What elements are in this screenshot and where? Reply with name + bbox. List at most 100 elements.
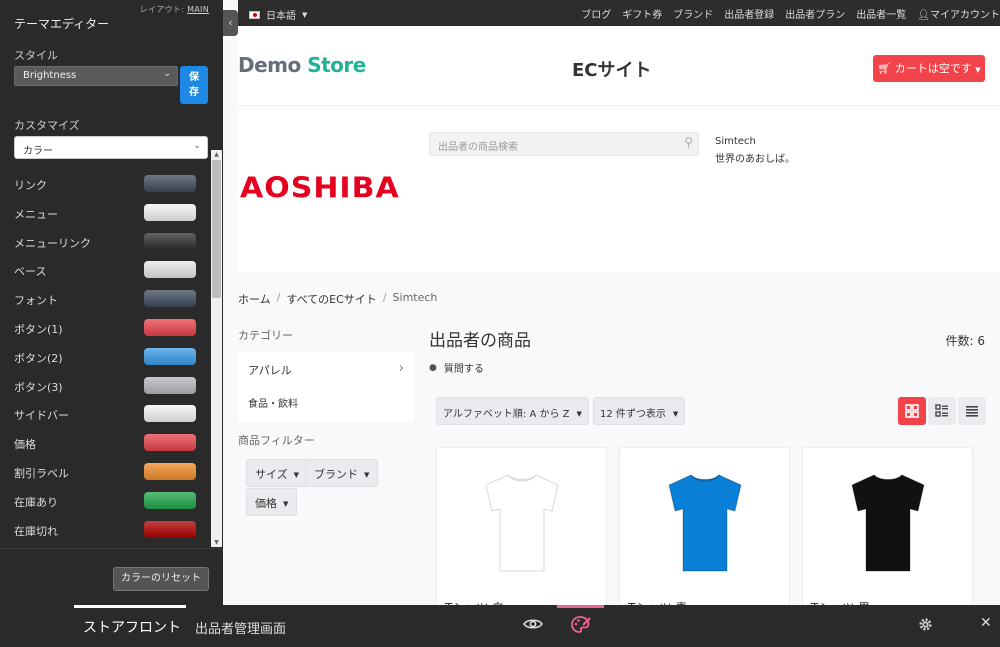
color-row-label: ベース [14,265,47,279]
storefront-topbar: 日本語 ▼ ブログ ギフト券 ブランド 出品者登録 出品者プラン 出品者一覧 👤… [238,0,1000,26]
color-row: 価格 [0,426,210,455]
scroll-down-arrow-icon[interactable]: ▼ [211,538,222,547]
topbar-link-brands[interactable]: ブランド [673,6,713,21]
reset-colors-button[interactable]: カラーのリセット [113,567,209,591]
filter-price-button[interactable]: 価格 ▼ [246,488,298,516]
color-swatch[interactable] [144,405,196,423]
color-swatch[interactable] [144,347,196,365]
caret-down-icon: ▼ [364,471,370,479]
tshirt-icon [667,474,742,572]
chevron-right-icon[interactable]: › [399,361,404,376]
tab-vendor-admin[interactable]: 出品者管理画面 [195,618,286,637]
collapse-panel-button[interactable]: ‹ [223,10,238,36]
product-image[interactable] [437,448,606,598]
scrollbar-thumb[interactable] [212,160,221,298]
category-title: カテゴリー [238,329,293,342]
topbar-link-my-account[interactable]: 👤︎マイアカウント [917,6,1000,21]
grid-view-button[interactable] [898,397,926,425]
category-list: アパレル › 食品・飲料 [238,352,414,422]
color-row-label: 在庫あり [14,495,58,509]
topbar-link-vendor-list[interactable]: 出品者一覧 [856,6,906,21]
color-swatch[interactable] [144,491,196,509]
save-button[interactable]: 保存 [180,66,208,104]
color-row: サイドバー [0,397,210,426]
sort-order-select[interactable]: アルファベット順: A から Z ▼ [436,397,589,425]
filter-brand-button[interactable]: ブランド ▼ [305,459,379,487]
theme-editor-title: テーマエディター [14,17,110,31]
color-row-label: サイドバー [14,409,69,423]
breadcrumb-home[interactable]: ホーム [238,291,271,307]
breadcrumb-separator: / [276,291,281,304]
close-icon[interactable]: ✕ [980,615,992,631]
filter-size-button[interactable]: サイズ ▼ [246,459,309,487]
scroll-up-arrow-icon[interactable]: ▲ [211,150,222,159]
vendor-logo[interactable]: AOSHIBA [240,172,400,205]
ask-question-link[interactable]: ● 質問する [429,360,484,376]
per-page-select[interactable]: 12 件ずつ表示 ▼ [593,397,686,425]
style-select[interactable]: Brightness ⌄ [14,66,178,86]
style-label: スタイル [14,49,58,62]
search-icon[interactable]: ⚲ [684,135,693,149]
customize-select[interactable]: カラー ⌄ [14,136,208,159]
color-row: フォント [0,282,210,311]
color-swatch[interactable] [144,434,196,452]
grid-icon [905,404,919,418]
color-row: ボタン(1) [0,311,210,340]
vendor-search-input[interactable]: 出品者の商品検索 ⚲ [429,132,699,156]
color-swatch[interactable] [144,520,196,538]
filter-brand-label: ブランド [314,468,358,481]
color-row: 在庫あり [0,484,210,513]
color-list-scrollbar[interactable]: ▲ ▼ [211,150,222,547]
store-logo[interactable]: Demo Store [238,53,366,77]
color-swatch[interactable] [144,290,196,308]
preview-eye-icon[interactable] [523,616,543,635]
theme-editor-active-indicator [557,605,604,608]
color-row: ボタン(2) [0,340,210,369]
color-swatch[interactable] [144,318,196,336]
gear-icon[interactable] [918,617,933,635]
header-divider [238,105,1000,106]
color-swatch[interactable] [144,462,196,480]
product-image[interactable] [803,448,972,598]
my-account-label: マイアカウント [930,10,1000,21]
color-swatch[interactable] [144,261,196,279]
category-item-food-drink[interactable]: 食品・飲料 [248,395,298,410]
color-swatch[interactable] [144,175,196,192]
color-row: メニューリンク [0,225,210,254]
product-card[interactable]: Tシャツ 青2,800 円 [619,447,790,647]
theme-editor-panel: テーマエディター レイアウト: MAIN スタイル Brightness ⌄ 保… [0,0,223,605]
compact-list-view-button[interactable] [958,397,986,425]
customize-label: カスタマイズ [14,119,80,132]
product-card[interactable]: Tシャツ 白3,000 円 [436,447,607,647]
color-row: 割引ラベル [0,455,210,484]
style-select-value: Brightness [23,70,77,81]
cart-label: カートは空です [894,62,972,75]
list-view-button[interactable] [928,397,956,425]
language-selector[interactable]: 日本語 ▼ [249,7,307,22]
sort-order-label: アルファベット順: A から Z [443,409,570,420]
list-icon [966,406,978,417]
product-card[interactable]: Tシャツ 黒3,300 円 [802,447,973,647]
per-page-label: 12 件ずつ表示 [600,409,666,420]
color-swatch[interactable] [144,203,196,221]
topbar-link-vendor-signup[interactable]: 出品者登録 [724,6,774,21]
cart-button[interactable]: 🛒︎ カートは空です ▼ [873,55,985,82]
color-row-label: 在庫切れ [14,524,58,538]
breadcrumb-all-sites[interactable]: すべてのECサイト [286,291,376,307]
topbar-link-blog[interactable]: ブログ [581,6,611,21]
vendor-info: Simtech 世界のあおしば。 [715,133,795,169]
topbar-links: ブログ ギフト券 ブランド 出品者登録 出品者プラン 出品者一覧 👤︎マイアカウ… [581,6,1000,21]
topbar-link-vendor-plans[interactable]: 出品者プラン [785,6,845,21]
topbar-link-gift-cards[interactable]: ギフト券 [622,6,662,21]
product-filter-title: 商品フィルター [238,434,315,447]
category-item-apparel[interactable]: アパレル [248,362,292,378]
color-swatch[interactable] [144,376,196,394]
product-image[interactable] [620,448,789,598]
chevron-left-icon: ‹ [228,16,233,29]
tab-storefront[interactable]: ストアフロント [83,617,181,637]
color-swatch[interactable] [144,232,196,250]
filter-price-label: 価格 [255,497,277,510]
comment-icon: ● [429,362,437,373]
palette-icon[interactable] [571,616,591,637]
layout-link[interactable]: MAIN [187,5,209,14]
